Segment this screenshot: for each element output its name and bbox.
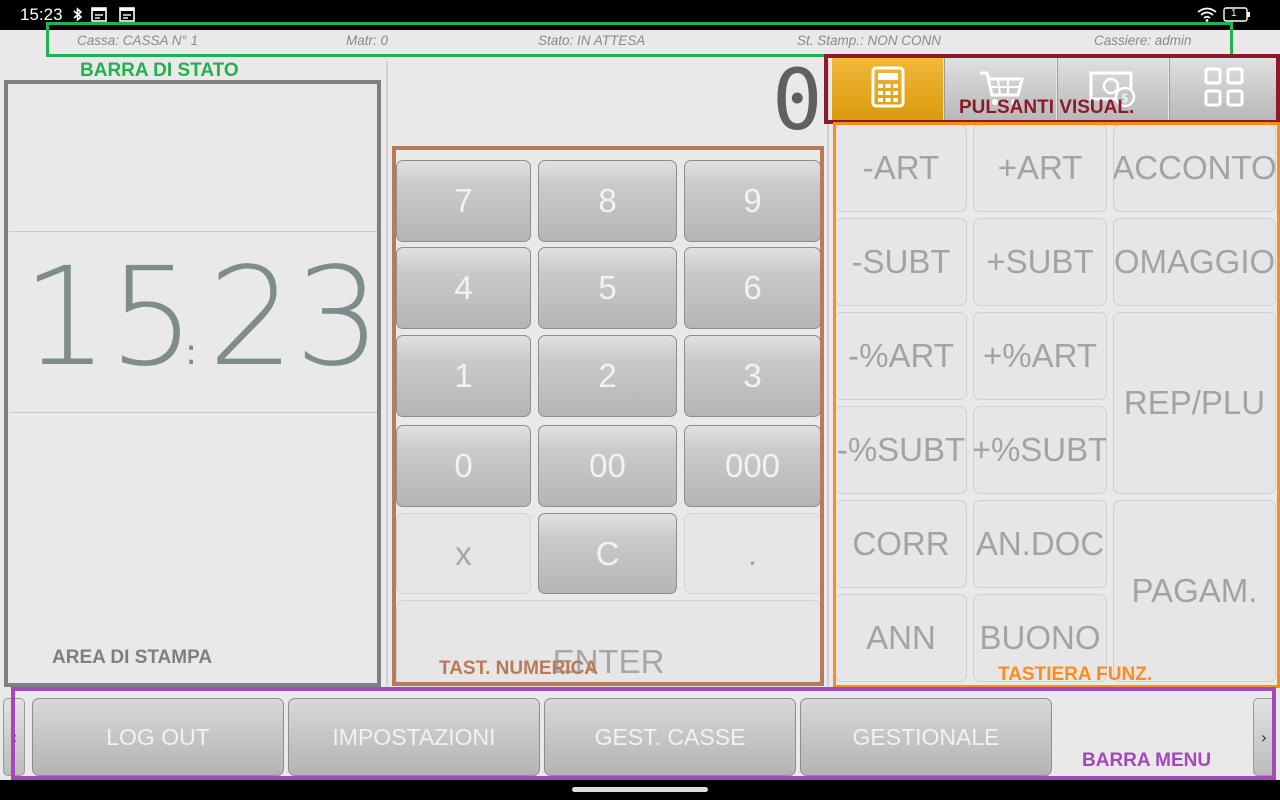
status-matricola: Matr: 0 <box>346 33 389 48</box>
fkey-omaggio[interactable]: OMAGGIO <box>1113 218 1276 306</box>
panel-separator <box>386 62 388 686</box>
calendar-icon <box>119 7 135 22</box>
fkey-pagam[interactable]: PAGAM. <box>1113 500 1276 682</box>
key-clear[interactable]: C <box>538 513 677 594</box>
menu-gest-casse-button[interactable]: GEST. CASSE <box>544 698 796 776</box>
menu-logout-button[interactable]: LOG OUT <box>32 698 284 776</box>
key-2[interactable]: 2 <box>538 335 677 417</box>
key-6[interactable]: 6 <box>684 247 821 329</box>
amount-display: 0 <box>772 51 823 149</box>
fkey-plus-perc-subt[interactable]: +%SUBT <box>973 406 1107 494</box>
grid-icon <box>1203 66 1245 112</box>
status-cassa: Cassa: CASSA N° 1 <box>77 33 199 48</box>
key-multiply[interactable]: x <box>396 513 531 594</box>
fkey-minus-art[interactable]: -ART <box>835 124 967 212</box>
view-grid-button[interactable] <box>1169 58 1277 120</box>
menu-gestionale-button[interactable]: GESTIONALE <box>800 698 1052 776</box>
key-0[interactable]: 0 <box>396 425 531 507</box>
status-stampante: St. Stamp.: NON CONN <box>797 33 942 48</box>
fkey-minus-perc-art[interactable]: -%ART <box>835 312 967 400</box>
key-8[interactable]: 8 <box>538 160 677 242</box>
annotation-function-keys-label: TASTIERA FUNZ. <box>998 664 1153 685</box>
battery-icon <box>1223 7 1253 22</box>
menu-scroll-left-button[interactable]: ‹ <box>3 698 25 776</box>
annotation-view-buttons-label: PULSANTI VISUAL. <box>959 97 1135 118</box>
clock-separator: : <box>185 332 198 373</box>
annotation-numeric-keypad-label: TAST. NUMERICA <box>439 658 599 679</box>
system-clock: 15:23 <box>20 5 63 24</box>
fkey-minus-subt[interactable]: -SUBT <box>835 218 967 306</box>
system-status-bar <box>0 0 1280 30</box>
key-3[interactable]: 3 <box>684 335 821 417</box>
fkey-ann[interactable]: ANN <box>835 594 967 682</box>
fkey-acconto[interactable]: ACCONTO <box>1113 124 1276 212</box>
bluetooth-icon <box>72 7 88 22</box>
calculator-icon <box>871 66 905 112</box>
clock-minutes: 23 <box>208 239 382 397</box>
fkey-rep-plu[interactable]: REP/PLU <box>1113 312 1276 494</box>
key-7[interactable]: 7 <box>396 160 531 242</box>
fkey-an-doc[interactable]: AN.DOC <box>973 500 1107 588</box>
annotation-status-bar-label: BARRA DI STATO <box>80 60 239 81</box>
annotation-print-area-label: AREA DI STAMPA <box>52 647 213 668</box>
calendar-icon <box>91 7 107 22</box>
key-4[interactable]: 4 <box>396 247 531 329</box>
fkey-corr[interactable]: CORR <box>835 500 967 588</box>
fkey-plus-perc-art[interactable]: +%ART <box>973 312 1107 400</box>
fkey-plus-subt[interactable]: +SUBT <box>973 218 1107 306</box>
menu-impostazioni-button[interactable]: IMPOSTAZIONI <box>288 698 540 776</box>
key-5[interactable]: 5 <box>538 247 677 329</box>
key-000[interactable]: 000 <box>684 425 821 507</box>
status-cassiere: Cassiere: admin <box>1094 33 1192 48</box>
panel-separator <box>827 62 829 686</box>
battery-level: 1 <box>1231 8 1237 19</box>
key-1[interactable]: 1 <box>396 335 531 417</box>
key-decimal[interactable]: . <box>684 513 821 594</box>
view-calculator-button[interactable] <box>832 58 943 120</box>
key-00[interactable]: 00 <box>538 425 677 507</box>
annotation-menu-bar-label: BARRA MENU <box>1082 750 1212 771</box>
fkey-plus-art[interactable]: +ART <box>973 124 1107 212</box>
wifi-icon <box>1197 7 1217 22</box>
clock-hours: 15 <box>22 239 196 397</box>
print-area-divider <box>9 231 379 232</box>
home-gesture-bar[interactable] <box>572 787 708 792</box>
menu-scroll-right-button[interactable]: › <box>1253 698 1275 776</box>
print-area-divider <box>9 412 379 413</box>
status-stato: Stato: IN ATTESA <box>538 33 646 48</box>
fkey-minus-perc-subt[interactable]: -%SUBT <box>835 406 967 494</box>
key-9[interactable]: 9 <box>684 160 821 242</box>
